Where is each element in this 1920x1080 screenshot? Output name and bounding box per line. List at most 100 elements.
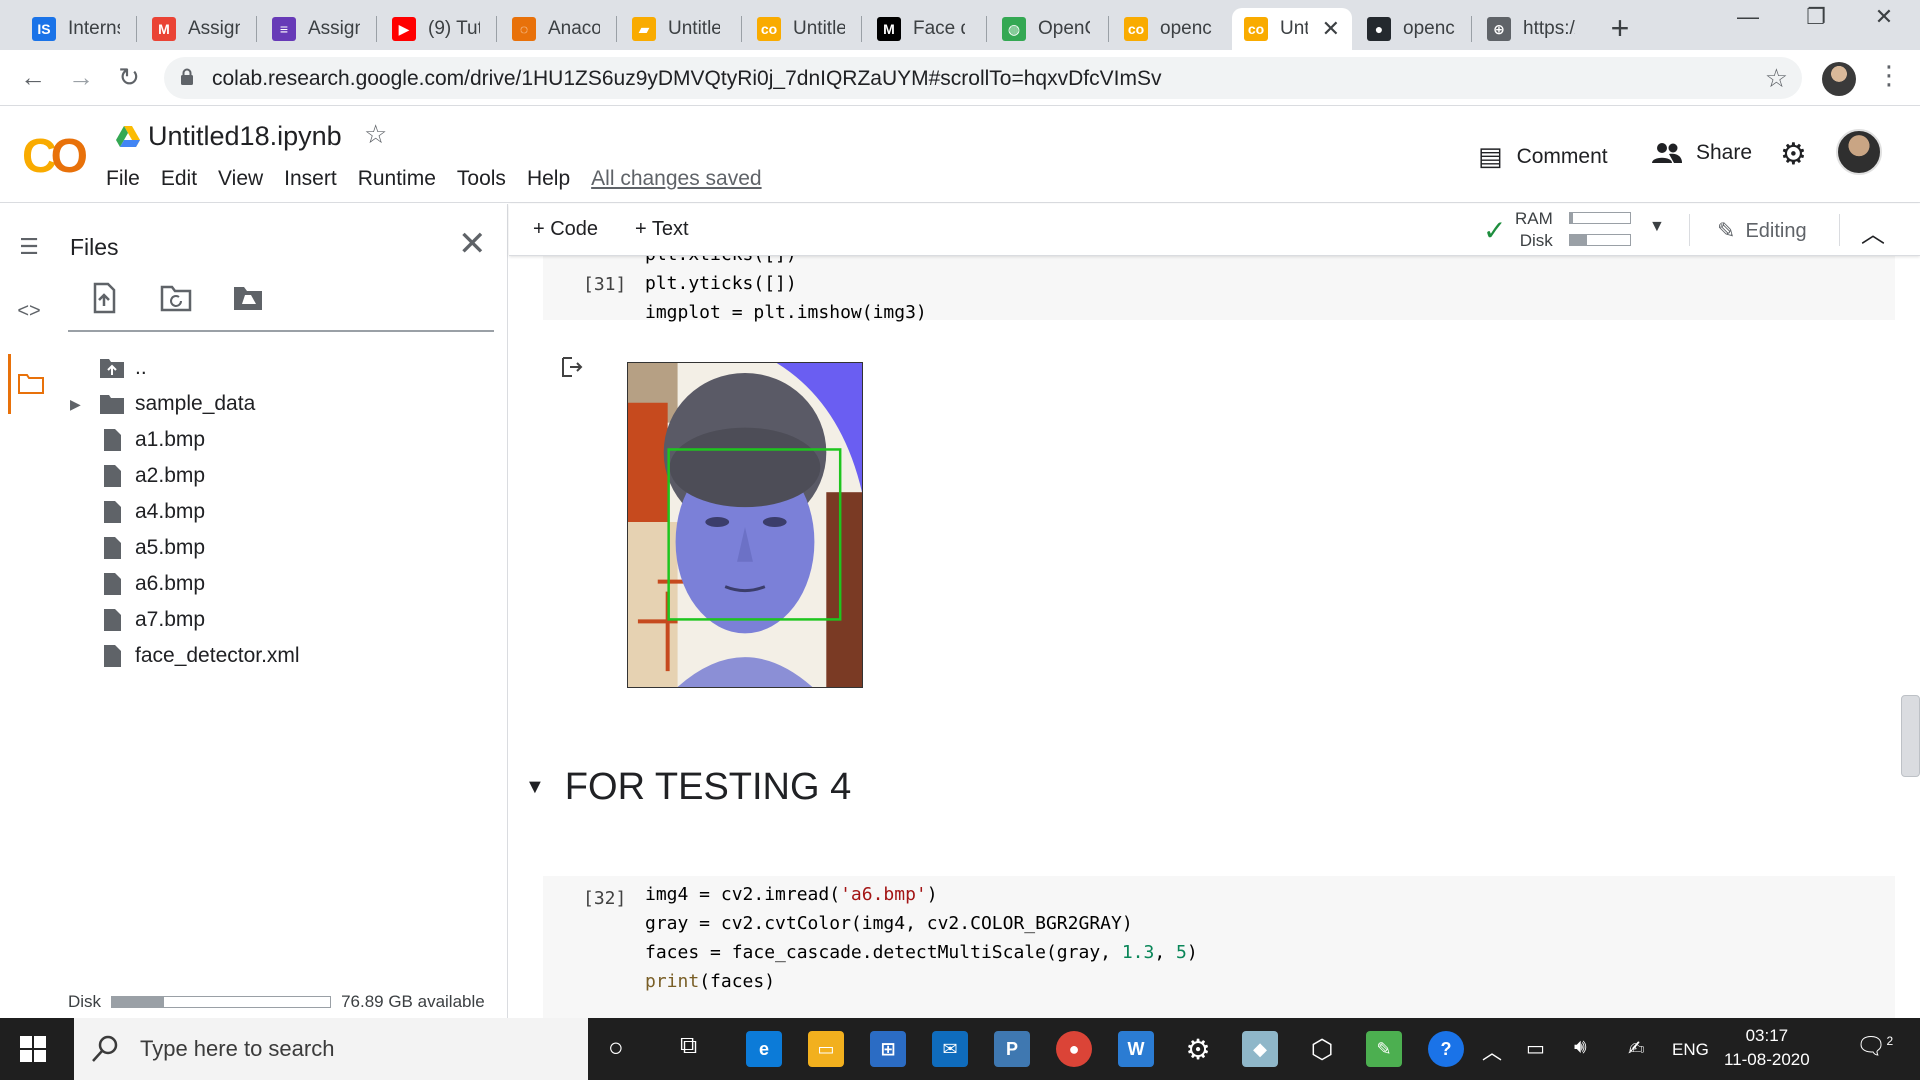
- files-folder-icon[interactable]: [18, 372, 44, 394]
- minimize-button[interactable]: —: [1728, 4, 1768, 30]
- help-icon[interactable]: ?: [1428, 1031, 1464, 1067]
- browser-tab[interactable]: ▰ Untitled: [620, 8, 732, 50]
- volume-icon[interactable]: 🔊︎: [1574, 1036, 1587, 1059]
- notebook-title[interactable]: Untitled18.ipynb: [116, 121, 342, 152]
- notes-icon[interactable]: ◆: [1242, 1031, 1278, 1067]
- chrome-menu-icon[interactable]: ⋮: [1876, 60, 1902, 91]
- taskbar-clock[interactable]: 03:17 11-08-2020: [1724, 1024, 1810, 1072]
- pen-icon[interactable]: ✍︎: [1628, 1036, 1645, 1061]
- store-icon[interactable]: ⊞: [870, 1031, 906, 1067]
- browser-tab[interactable]: M Assignm: [140, 8, 252, 50]
- browser-tab[interactable]: co Untitled: [745, 8, 857, 50]
- file-row[interactable]: a4.bmp: [56, 494, 508, 530]
- browser-tab[interactable]: ● opencv: [1355, 8, 1467, 50]
- table-of-contents-icon[interactable]: ☰: [14, 234, 44, 260]
- show-hidden-icons-icon[interactable]: ︿: [1482, 1036, 1502, 1065]
- comment-button[interactable]: ▤ Comment: [1478, 141, 1608, 172]
- close-files-panel-icon[interactable]: ✕: [458, 224, 487, 264]
- settings-icon[interactable]: ⚙: [1180, 1031, 1216, 1067]
- collapse-header-icon[interactable]: ︿: [1861, 214, 1885, 249]
- user-avatar[interactable]: [1836, 129, 1882, 175]
- file-row[interactable]: face_detector.xml: [56, 638, 508, 674]
- new-tab-button[interactable]: +: [1604, 10, 1636, 47]
- colab-logo[interactable]: CO: [22, 129, 88, 184]
- windows-start-icon[interactable]: [20, 1036, 46, 1062]
- edge-icon[interactable]: e: [746, 1031, 782, 1067]
- code-line: img4 = cv2.imread('a6.bmp'): [645, 884, 938, 905]
- browser-tab[interactable]: ◌ Anacon: [500, 8, 612, 50]
- collapse-section-icon[interactable]: ▼: [525, 776, 545, 799]
- forward-button[interactable]: →: [64, 62, 98, 93]
- close-tab-icon[interactable]: ✕: [1322, 16, 1340, 42]
- output-icon[interactable]: [561, 356, 583, 378]
- refresh-folder-icon[interactable]: [160, 282, 192, 314]
- menu-view[interactable]: View: [218, 167, 263, 191]
- execution-count: [31]: [583, 274, 627, 295]
- browser-tab[interactable]: M Face de: [865, 8, 977, 50]
- add-text-button[interactable]: + Text: [635, 218, 689, 241]
- save-status-link[interactable]: All changes saved: [591, 167, 761, 191]
- app-icon[interactable]: ✎: [1366, 1031, 1402, 1067]
- menu-tools[interactable]: Tools: [457, 167, 506, 191]
- notifications-icon[interactable]: 🗨︎2: [1856, 1032, 1893, 1061]
- file-row[interactable]: a2.bmp: [56, 458, 508, 494]
- upload-file-icon[interactable]: [88, 282, 120, 314]
- menu-help[interactable]: Help: [527, 167, 570, 191]
- runtime-dropdown-icon[interactable]: ▼: [1649, 218, 1665, 236]
- reload-button[interactable]: ↻: [112, 62, 146, 93]
- cortana-icon[interactable]: ○: [608, 1032, 624, 1063]
- restore-button[interactable]: ❐: [1796, 4, 1836, 30]
- code-cell[interactable]: [32] img4 = cv2.imread('a6.bmp') gray = …: [543, 876, 1895, 1018]
- code-cell[interactable]: [31] plt.xticks([]) plt.yticks([]) imgpl…: [543, 256, 1895, 323]
- close-window-button[interactable]: ✕: [1864, 4, 1904, 30]
- browser-tab[interactable]: co opencv: [1112, 8, 1224, 50]
- file-row-folder[interactable]: ▶ sample_data: [56, 386, 508, 422]
- browser-tab[interactable]: ◍ OpenCV: [990, 8, 1102, 50]
- address-bar[interactable]: colab.research.google.com/drive/1HU1ZS6u…: [164, 57, 1802, 99]
- python-icon[interactable]: P: [994, 1031, 1030, 1067]
- add-code-button[interactable]: + Code: [533, 218, 598, 241]
- code-editor[interactable]: img4 = cv2.imread('a6.bmp') gray = cv2.c…: [645, 880, 1198, 996]
- share-button[interactable]: Share: [1652, 141, 1752, 165]
- language-indicator[interactable]: ENG: [1672, 1040, 1709, 1060]
- menu-insert[interactable]: Insert: [284, 167, 337, 191]
- star-notebook-icon[interactable]: ☆: [364, 119, 387, 150]
- file-row-parent[interactable]: ..: [56, 350, 508, 386]
- word-icon[interactable]: W: [1118, 1031, 1154, 1067]
- menu-edit[interactable]: Edit: [161, 167, 197, 191]
- chrome-icon[interactable]: ●: [1056, 1031, 1092, 1067]
- browser-tab[interactable]: IS Internsh: [20, 8, 132, 50]
- file-name: a6.bmp: [135, 572, 206, 595]
- file-explorer-icon[interactable]: ▭: [808, 1031, 844, 1067]
- menu-runtime[interactable]: Runtime: [358, 167, 436, 191]
- mail-icon[interactable]: ✉: [932, 1031, 968, 1067]
- files-toolbar: [88, 282, 304, 314]
- notebook-scrollbar-thumb[interactable]: [1901, 695, 1920, 777]
- bookmark-star-icon[interactable]: ☆: [1765, 63, 1788, 94]
- editing-mode-button[interactable]: ✎ Editing: [1717, 218, 1807, 244]
- back-button[interactable]: ←: [16, 62, 50, 93]
- battery-icon[interactable]: ▭: [1526, 1036, 1545, 1061]
- chrome-profile-avatar[interactable]: [1822, 62, 1856, 96]
- settings-gear-icon[interactable]: ⚙: [1780, 137, 1821, 172]
- virtualbox-icon[interactable]: ⬡: [1304, 1031, 1340, 1067]
- task-view-icon[interactable]: ⧉: [680, 1032, 697, 1060]
- section-heading[interactable]: ▼ FOR TESTING 4: [525, 766, 851, 809]
- browser-tab[interactable]: ⊕ https://: [1475, 8, 1587, 50]
- mount-drive-icon[interactable]: [232, 282, 264, 314]
- browser-tab[interactable]: ▶ (9) Tuto: [380, 8, 492, 50]
- file-row[interactable]: a7.bmp: [56, 602, 508, 638]
- file-row[interactable]: a6.bmp: [56, 566, 508, 602]
- code-snippets-icon[interactable]: <>: [14, 300, 44, 323]
- menu-file[interactable]: File: [106, 167, 140, 191]
- file-row[interactable]: a5.bmp: [56, 530, 508, 566]
- ram-disk-labels[interactable]: RAM Disk: [1515, 208, 1553, 252]
- browser-tab[interactable]: co Unt ✕: [1232, 8, 1352, 50]
- url-text: colab.research.google.com/drive/1HU1ZS6u…: [212, 67, 1162, 90]
- file-row[interactable]: a1.bmp: [56, 422, 508, 458]
- notebook-title-text[interactable]: Untitled18.ipynb: [148, 121, 342, 152]
- expand-caret-icon[interactable]: ▶: [70, 396, 81, 413]
- code-editor[interactable]: plt.xticks([]) plt.yticks([]) imgplot = …: [645, 256, 927, 327]
- browser-tab[interactable]: ≡ Assignm: [260, 8, 372, 50]
- taskbar-search-box[interactable]: Type here to search: [74, 1018, 588, 1080]
